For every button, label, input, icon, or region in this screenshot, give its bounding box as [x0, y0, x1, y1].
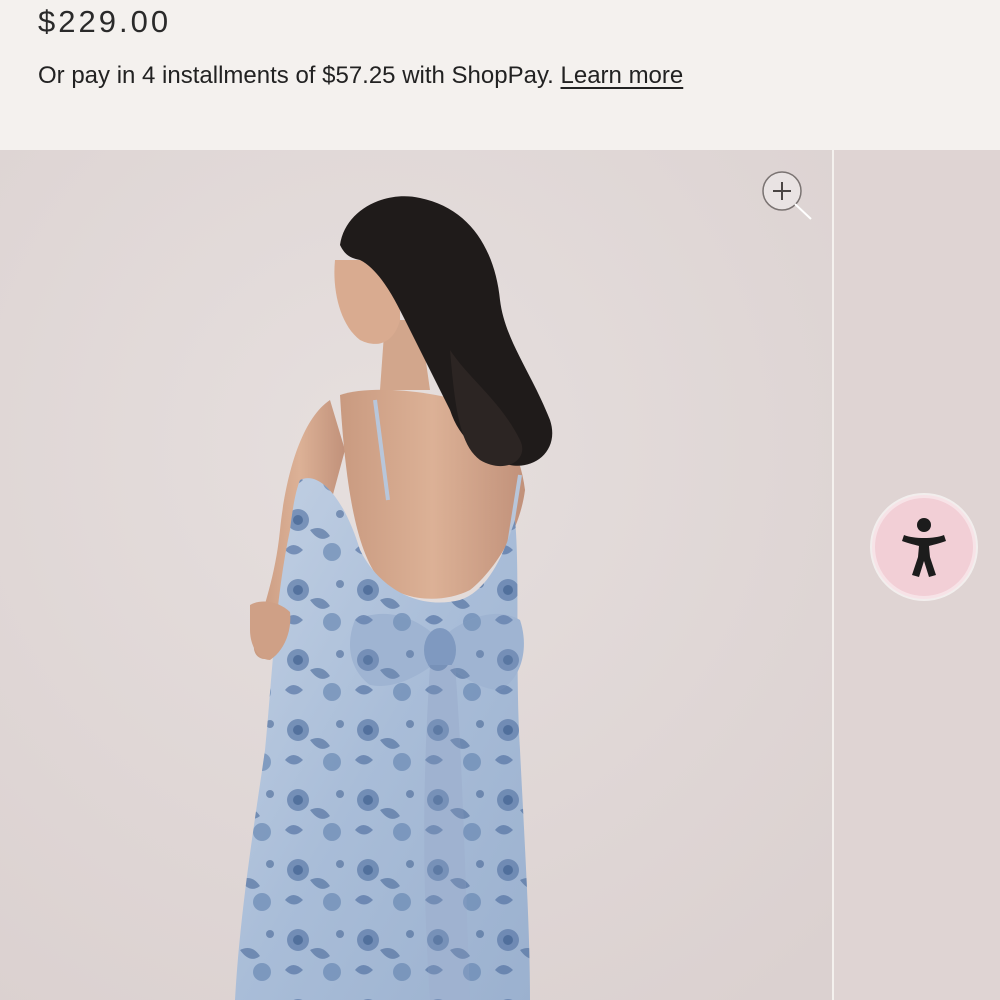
- accessibility-button[interactable]: [872, 495, 976, 599]
- gallery-slide-current[interactable]: [0, 150, 832, 1000]
- zoom-button[interactable]: [760, 170, 814, 224]
- product-image-gallery[interactable]: [0, 150, 1000, 1000]
- zoom-in-icon: [762, 171, 812, 220]
- product-photo: [0, 150, 832, 1000]
- product-price: $229.00: [38, 4, 172, 39]
- shoppay-installments: Or pay in 4 installments of $57.25 with …: [38, 60, 683, 92]
- learn-more-link[interactable]: Learn more: [561, 62, 684, 89]
- accessibility-person-icon: [902, 518, 946, 577]
- installments-text: Or pay in 4 installments of $57.25 with …: [38, 62, 554, 89]
